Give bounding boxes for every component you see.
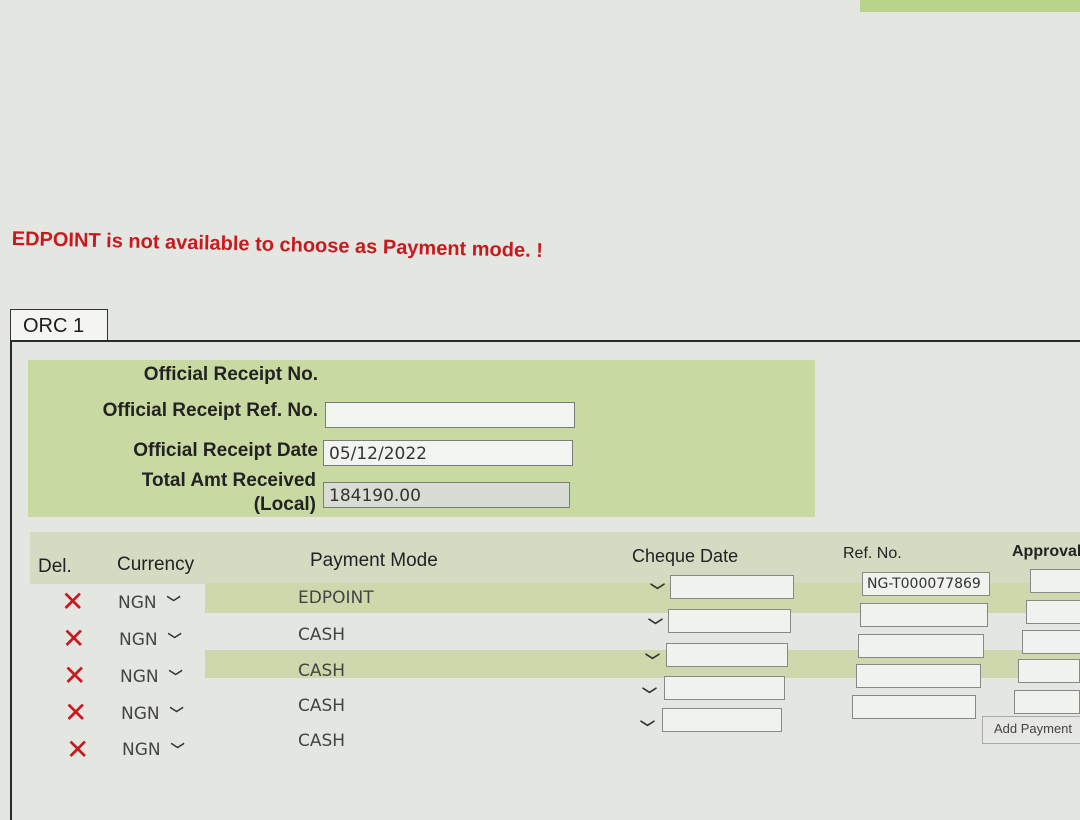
chevron-down-icon: ﹀	[169, 707, 184, 723]
error-message: EDPOINT is not available to choose as Pa…	[11, 228, 544, 263]
payment-mode-value: EDPOINT	[298, 588, 374, 608]
tab-orc-1[interactable]: ORC 1	[10, 309, 108, 341]
payment-mode-value: CASH	[298, 731, 346, 751]
delete-x-icon[interactable]: ✕	[63, 662, 86, 690]
delete-x-icon[interactable]: ✕	[66, 736, 89, 764]
col-header-approval: Approval	[1012, 543, 1080, 560]
col-header-del: Del.	[38, 556, 72, 577]
delete-x-icon[interactable]: ✕	[62, 625, 85, 653]
currency-select[interactable]: NGN ﹀	[121, 704, 184, 724]
delete-x-icon[interactable]: ✕	[64, 699, 87, 727]
approval-field[interactable]	[1018, 659, 1080, 683]
ref-no-field[interactable]: NG-T000077869	[862, 572, 990, 596]
cheque-date-field[interactable]	[670, 575, 794, 599]
approval-field[interactable]	[1026, 600, 1080, 624]
cheque-date-field[interactable]	[664, 676, 785, 700]
ref-no-field[interactable]	[856, 664, 981, 688]
delete-x-icon[interactable]: ✕	[61, 588, 84, 616]
receipt-date-label: Official Receipt Date	[133, 440, 318, 461]
col-header-cheque-date: Cheque Date	[632, 546, 739, 566]
payment-mode-value: CASH	[298, 625, 346, 645]
ref-no-field[interactable]	[858, 634, 984, 658]
payment-mode-value: CASH	[298, 696, 346, 716]
total-amt-label-line2: (Local)	[253, 494, 316, 515]
total-amt-label-line1: Total Amt Received	[141, 470, 316, 491]
ref-no-label: Official Receipt Ref. No.	[102, 400, 318, 421]
chevron-down-icon[interactable]: ﹀	[648, 615, 663, 636]
add-payment-button[interactable]: Add Payment	[982, 716, 1080, 744]
receipt-date-field[interactable]: 05/12/2022	[323, 440, 573, 466]
cheque-date-field[interactable]	[666, 643, 788, 667]
chevron-down-icon: ﹀	[166, 596, 181, 612]
chevron-down-icon: ﹀	[170, 743, 185, 759]
currency-select[interactable]: NGN ﹀	[122, 740, 185, 760]
approval-field[interactable]	[1014, 690, 1080, 714]
top-accent-strip	[860, 0, 1080, 12]
col-header-ref-no: Ref. No.	[843, 545, 902, 562]
approval-field[interactable]	[1030, 569, 1080, 593]
chevron-down-icon[interactable]: ﹀	[642, 684, 657, 705]
chevron-down-icon: ﹀	[168, 670, 183, 686]
approval-field[interactable]	[1022, 630, 1080, 654]
cheque-date-field[interactable]	[668, 609, 791, 633]
col-header-payment-mode: Payment Mode	[310, 550, 438, 571]
chevron-down-icon[interactable]: ﹀	[640, 717, 655, 738]
cheque-date-field[interactable]	[662, 708, 782, 732]
chevron-down-icon[interactable]: ﹀	[650, 580, 665, 601]
chevron-down-icon[interactable]: ﹀	[645, 650, 660, 671]
ref-no-field[interactable]	[325, 402, 575, 428]
currency-select[interactable]: NGN ﹀	[118, 593, 181, 613]
ref-no-field[interactable]	[852, 695, 976, 719]
payment-mode-value: CASH	[298, 661, 346, 681]
total-amt-field: 184190.00	[323, 482, 570, 508]
col-header-currency: Currency	[117, 554, 195, 575]
receipt-no-label: Official Receipt No.	[143, 364, 318, 385]
currency-select[interactable]: NGN ﹀	[119, 630, 182, 650]
currency-select[interactable]: NGN ﹀	[120, 667, 183, 687]
ref-no-field[interactable]	[860, 603, 988, 627]
chevron-down-icon: ﹀	[167, 633, 182, 649]
